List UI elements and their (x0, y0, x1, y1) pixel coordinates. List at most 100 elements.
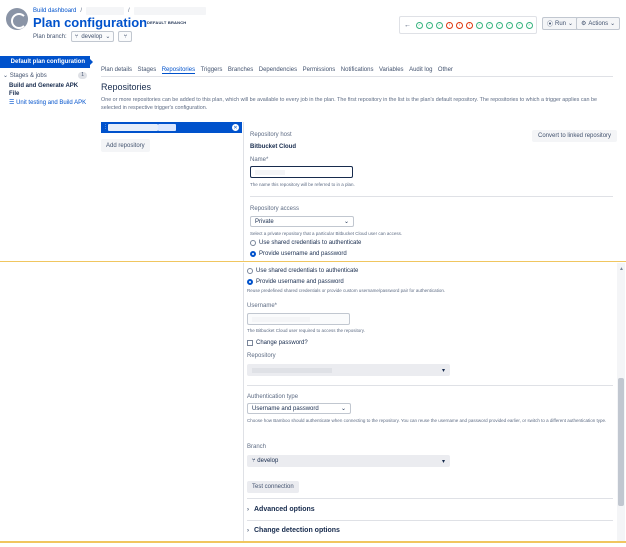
build-success-icon[interactable]: ✓ (416, 21, 423, 29)
repository-host-label: Repository host (250, 132, 292, 138)
tab-variables[interactable]: Variables (379, 67, 404, 74)
tab-branches[interactable]: Branches (228, 67, 253, 74)
build-failed-icon[interactable]: ! (446, 21, 453, 29)
chevron-down-icon: ▾ (441, 367, 445, 374)
build-success-icon[interactable]: ✓ (526, 21, 533, 29)
scroll-up-icon[interactable]: ▲ (619, 266, 624, 272)
username-input[interactable] (247, 313, 350, 325)
sidebar-item-stages-jobs[interactable]: ⌄ Stages & jobs 1 (3, 72, 87, 79)
branch-value: develop (257, 458, 279, 464)
actions-button[interactable]: ⚙ Actions ⌄ (576, 17, 621, 30)
sidebar-job-item[interactable]: ☰ Unit testing and Build APK (9, 100, 89, 107)
sidebar-stage-name[interactable]: Build and Generate APK File (9, 82, 89, 98)
radio-button-selected[interactable] (247, 279, 253, 285)
remove-repository-icon[interactable]: ✕ (232, 124, 239, 131)
build-success-icon[interactable]: ✓ (506, 21, 513, 29)
tab-permissions[interactable]: Permissions (303, 67, 336, 74)
repository-value-redacted (252, 367, 332, 373)
repository-access-help: Select a private repository that a parti… (250, 231, 403, 236)
bamboo-logo-icon[interactable] (6, 8, 28, 30)
tab-repositories[interactable]: Repositories (161, 67, 196, 74)
tab-other[interactable]: Other (438, 67, 453, 74)
breadcrumb-plan-redacted[interactable] (133, 7, 206, 15)
build-failed-icon[interactable]: ! (456, 21, 463, 29)
build-success-icon[interactable]: ✓ (476, 21, 483, 29)
convert-to-linked-repository-button[interactable]: Convert to linked repository (532, 130, 618, 142)
authentication-help: Choose how Bamboo should authenticate wh… (247, 418, 607, 423)
panel-left-border (243, 263, 244, 543)
sidebar-item-default-plan-configuration[interactable]: Default plan configuration (0, 56, 93, 68)
branch-add-icon: ⑂ (123, 33, 128, 40)
change-detection-expander[interactable]: › Change detection options (247, 527, 340, 534)
radio-shared-label: Use shared credentials to authenticate (259, 240, 362, 246)
divider (250, 196, 613, 197)
create-branch-button[interactable]: ⑂ (118, 31, 133, 42)
config-tabs: Plan details Stages Repositories Triggers Br… (101, 67, 453, 74)
credentials-help: Reuse predefined shared credentials or p… (247, 288, 446, 293)
build-status-dots: ✓ ✓ ✓!!! ✓ ✓ ✓ ✓ ✓ ✓ (416, 21, 533, 29)
divider (247, 385, 613, 386)
add-repository-button[interactable]: Add repository (101, 139, 150, 152)
radio-provide-credentials[interactable]: Provide username and password (247, 279, 344, 285)
repository-list-item[interactable]: ⋮ ✕ (101, 122, 242, 133)
tab-audit-log[interactable]: Audit log (409, 67, 432, 74)
chevron-down-icon: ⌄ (343, 219, 349, 225)
chevron-down-icon: ⌄ (340, 406, 346, 412)
name-help: The name this repository will be referre… (250, 182, 355, 187)
chevron-down-icon: ⌄ (105, 34, 111, 40)
actions-label: Actions (588, 20, 609, 27)
repository-access-select[interactable]: Private ⌄ (250, 216, 354, 227)
breadcrumb-project-redacted[interactable] (86, 7, 125, 15)
advanced-options-expander[interactable]: › Advanced options (247, 506, 315, 513)
run-button[interactable]: ⦿ Run ⌄ (542, 17, 579, 30)
tab-plan-details[interactable]: Plan details (101, 67, 132, 74)
tabs-divider (101, 76, 613, 77)
name-label: Name* (250, 157, 269, 163)
radio-button[interactable] (250, 240, 256, 246)
username-value-redacted (252, 317, 310, 322)
sidebar-job-label: Unit testing and Build APK (16, 100, 87, 106)
build-success-icon[interactable]: ✓ (496, 21, 503, 29)
tab-triggers[interactable]: Triggers (201, 67, 223, 74)
build-success-icon[interactable]: ✓ (516, 21, 523, 29)
branch-select[interactable]: ⑂ develop ▾ (247, 455, 450, 467)
default-branch-badge: DEFAULT BRANCH (147, 20, 187, 25)
radio-shared-credentials[interactable]: Use shared credentials to authenticate (247, 268, 358, 274)
radio-button[interactable] (247, 268, 253, 274)
breadcrumb-build-dashboard[interactable]: Build dashboard (33, 8, 76, 14)
tab-notifications[interactable]: Notifications (341, 67, 374, 74)
repository-access-value: Private (255, 218, 274, 225)
name-input[interactable] (250, 166, 353, 178)
username-help: The Bitbucket Cloud user required to acc… (247, 328, 365, 333)
repository-host-value: Bitbucket Cloud (250, 144, 296, 150)
radio-shared-credentials[interactable]: Use shared credentials to authenticate (250, 240, 361, 246)
build-success-icon[interactable]: ✓ (436, 21, 443, 29)
repository-select[interactable]: ▾ (247, 364, 450, 376)
tab-dependencies[interactable]: Dependencies (259, 67, 297, 74)
divider (247, 498, 613, 499)
page-title: Plan configuration (33, 15, 148, 30)
name-value-redacted (255, 170, 285, 175)
build-failed-icon[interactable]: ! (466, 21, 473, 29)
plan-branch-select[interactable]: ⑂ develop ⌄ (70, 31, 115, 42)
chevron-down-icon: ⌄ (568, 21, 574, 27)
branch-icon: ⑂ (74, 33, 79, 40)
checkbox[interactable] (247, 340, 253, 346)
arrow-left-icon[interactable]: ← (404, 22, 411, 29)
change-password-checkbox[interactable]: Change password? (247, 340, 308, 346)
advanced-options-label: Advanced options (254, 506, 315, 513)
plan-branch-label: Plan branch: (33, 33, 67, 40)
authentication-type-select[interactable]: Username and password ⌄ (247, 403, 351, 414)
repository-label: Repository (247, 353, 276, 359)
test-connection-button[interactable]: Test connection (247, 481, 299, 493)
tab-stages[interactable]: Stages (138, 67, 157, 74)
chevron-right-icon: › (247, 506, 249, 513)
radio-shared-label: Use shared credentials to authenticate (256, 268, 359, 274)
radio-provide-credentials[interactable]: Provide username and password (250, 251, 347, 257)
radio-provide-label: Provide username and password (259, 251, 347, 257)
build-success-icon[interactable]: ✓ (486, 21, 493, 29)
build-success-icon[interactable]: ✓ (426, 21, 433, 29)
radio-button-selected[interactable] (250, 251, 256, 257)
chevron-down-icon: ▾ (441, 458, 445, 465)
scrollbar-thumb[interactable] (618, 378, 624, 506)
